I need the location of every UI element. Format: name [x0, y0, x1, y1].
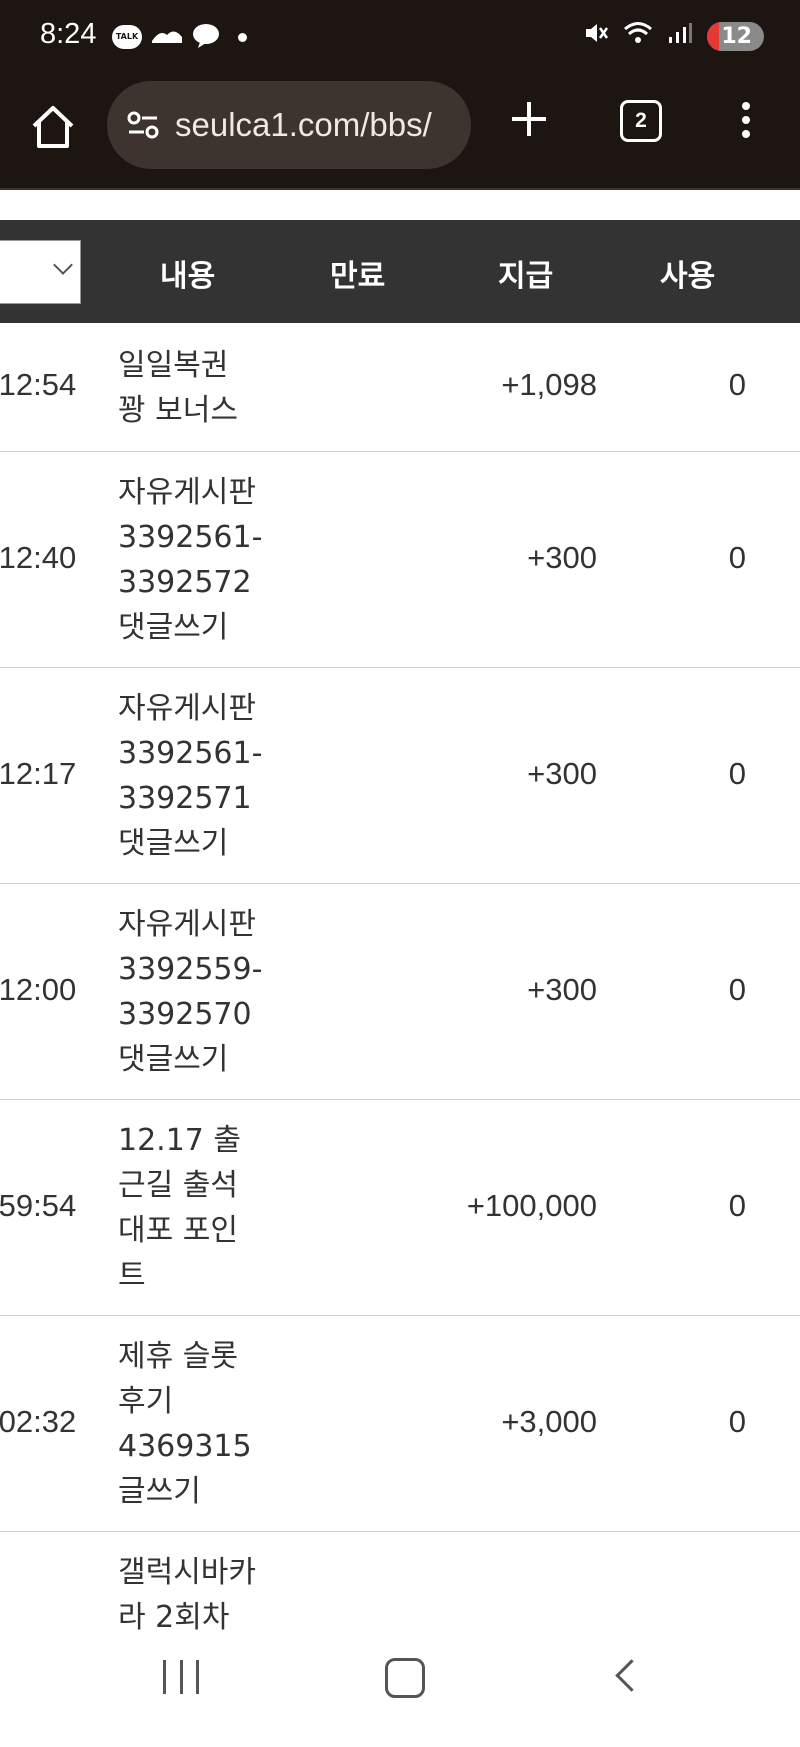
table-row: :02:32 제휴 슬롯 후기 4369315 글쓰기 +3,000 0 — [0, 1316, 800, 1532]
row-content: 자유게시판 3392561- 3392572 댓글쓰기 — [118, 475, 263, 645]
bar — [196, 1660, 199, 1694]
row-paid: +100,000 — [466, 1188, 597, 1223]
kakaotalk-icon: TALK — [112, 25, 142, 49]
column-header-expiry: 만료 — [330, 259, 386, 294]
column-header-content: 내용 — [160, 259, 216, 294]
table-header: 내용 만료 지급 사용 — [0, 220, 800, 323]
row-content: 자유게시판 3392561- 3392571 댓글쓰기 — [118, 691, 263, 861]
row-paid: +300 — [527, 972, 597, 1007]
column-header-paid: 지급 — [498, 259, 554, 294]
more-options-button[interactable] — [736, 96, 756, 146]
battery-indicator: 12 — [707, 21, 764, 51]
site-settings-icon[interactable] — [125, 107, 161, 143]
dot — [742, 116, 750, 124]
new-tab-button[interactable] — [506, 96, 552, 142]
plus-icon — [512, 102, 546, 136]
more-notifications-dot-icon — [238, 32, 247, 42]
row-content: 자유게시판 3392559- 3392570 댓글쓰기 — [118, 907, 263, 1077]
home-button[interactable] — [28, 102, 78, 152]
row-paid: +300 — [527, 756, 597, 791]
row-used: 0 — [728, 540, 746, 575]
signal-icon — [667, 21, 693, 51]
points-table-body: :12:54 일일복권 꽝 보너스 +1,098 0 :12:40 자유게시판 … — [0, 323, 800, 1747]
row-used: 0 — [728, 1188, 746, 1223]
row-content: 갤럭시바카 라 2회차 — [118, 1555, 256, 1635]
recent-apps-button[interactable] — [163, 1660, 199, 1694]
bar — [163, 1660, 166, 1694]
url-text: seulca1.com/bbs/ — [175, 106, 432, 143]
mute-icon — [583, 20, 609, 52]
row-paid: +300 — [527, 540, 597, 575]
back-button[interactable] — [615, 1659, 648, 1692]
address-bar[interactable]: seulca1.com/bbs/ — [107, 81, 471, 169]
filter-select[interactable] — [0, 240, 81, 304]
row-content: 12.17 출 근길 출석 대포 포인 트 — [118, 1123, 242, 1293]
table-row: :12:54 일일복권 꽝 보너스 +1,098 0 — [0, 323, 800, 452]
status-time: 8:24 — [40, 18, 97, 50]
row-paid: +1,098 — [501, 367, 597, 402]
chat-bubble-icon — [192, 22, 220, 52]
tab-switcher-button[interactable]: 2 — [620, 100, 662, 142]
row-time: :12:00 — [0, 972, 77, 1007]
row-time: :02:32 — [0, 1404, 77, 1439]
status-bar: 8:24 TALK 12 — [0, 0, 800, 76]
row-time: :12:54 — [0, 367, 77, 402]
row-used: 0 — [728, 972, 746, 1007]
row-time: :12:17 — [0, 756, 77, 791]
system-navigation-bar — [0, 1630, 800, 1734]
system-status-icons: 12 — [583, 20, 764, 52]
row-time: :59:54 — [0, 1188, 77, 1223]
browser-toolbar: seulca1.com/bbs/ 2 — [0, 76, 800, 190]
table-row: :12:00 자유게시판 3392559- 3392570 댓글쓰기 +300 … — [0, 884, 800, 1100]
table-row: :59:54 12.17 출 근길 출석 대포 포인 트 +100,000 0 — [0, 1100, 800, 1316]
bar — [179, 1660, 183, 1694]
row-content: 일일복권 꽝 보너스 — [118, 348, 238, 428]
row-time: :12:40 — [0, 540, 77, 575]
dot — [742, 102, 750, 110]
wifi-icon — [623, 20, 653, 52]
row-content: 제휴 슬롯 후기 4369315 글쓰기 — [118, 1339, 252, 1509]
table-row: :12:40 자유게시판 3392561- 3392572 댓글쓰기 +300 … — [0, 452, 800, 668]
notification-app-icon — [150, 23, 184, 51]
chevron-down-icon — [53, 255, 73, 275]
row-used: 0 — [728, 1404, 746, 1439]
column-header-used: 사용 — [660, 259, 716, 294]
notification-icons: TALK — [112, 22, 247, 52]
table-row: :12:17 자유게시판 3392561- 3392571 댓글쓰기 +300 … — [0, 668, 800, 884]
nav-home-button[interactable] — [385, 1658, 425, 1698]
home-icon — [32, 106, 74, 148]
dot — [742, 130, 750, 138]
row-paid: +3,000 — [501, 1404, 597, 1439]
row-used: 0 — [728, 367, 746, 402]
row-used: 0 — [728, 756, 746, 791]
